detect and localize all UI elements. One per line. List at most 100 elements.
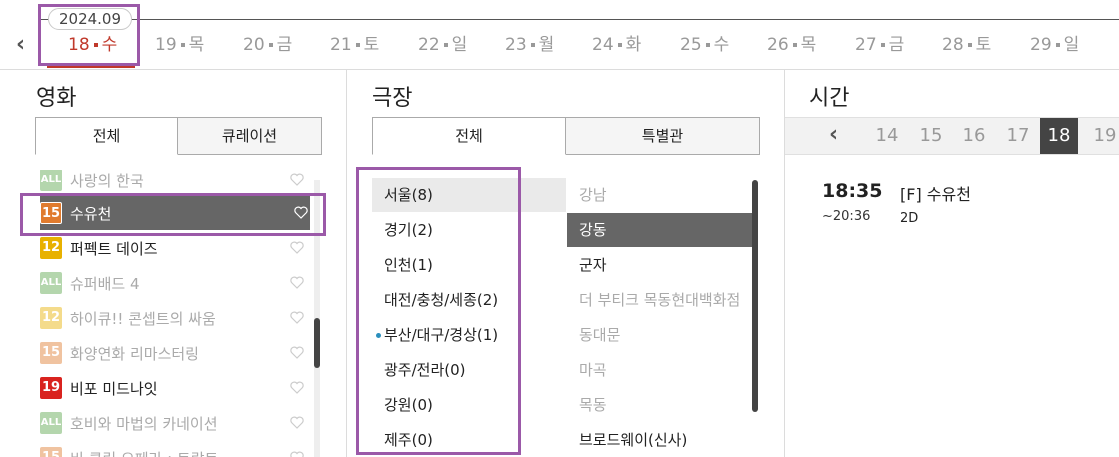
date-item-26[interactable]: 26 목 <box>767 33 816 57</box>
date-weekday: 일 <box>1063 35 1080 55</box>
movie-title: 비 클린 오페라 : 트랑트 <box>70 448 218 457</box>
date-item-19[interactable]: 19 목 <box>155 33 204 57</box>
theater-item[interactable]: 브로드웨이(신사) <box>567 423 752 457</box>
chevron-left-icon[interactable]: ‹ <box>16 32 36 58</box>
date-day: 21 <box>330 35 352 55</box>
date-day: 26 <box>767 35 789 55</box>
date-day: 22 <box>418 35 440 55</box>
tab-movie-all[interactable]: 전체 <box>35 117 178 155</box>
heart-outline-icon[interactable] <box>290 311 304 324</box>
hour-item-14[interactable]: 14 <box>868 118 906 154</box>
movie-item-selected[interactable]: 15 수유천 <box>40 196 310 230</box>
rating-15-badge: 15 <box>40 342 62 364</box>
movie-title: 하이큐!! 콘셉트의 싸움 <box>70 309 216 328</box>
showtime-start: 18:35 <box>822 180 883 202</box>
date-item-24[interactable]: 24 화 <box>592 33 641 57</box>
movie-title: 화양연화 리마스터링 <box>70 344 199 363</box>
heart-outline-icon[interactable] <box>290 173 304 186</box>
hour-item-16[interactable]: 16 <box>955 118 993 154</box>
heart-outline-icon[interactable] <box>290 346 304 359</box>
date-item-21[interactable]: 21 토 <box>330 33 379 57</box>
date-item-20[interactable]: 20 금 <box>243 33 292 57</box>
theater-item[interactable]: 강남 <box>567 178 752 212</box>
rating-12-badge: 12 <box>40 307 62 329</box>
theater-item[interactable]: 군자 <box>567 248 752 282</box>
date-weekday: 수 <box>713 35 730 55</box>
hour-item-19[interactable]: 19 <box>1086 118 1119 154</box>
movie-section-title: 영화 <box>36 86 77 111</box>
region-item-incheon[interactable]: 인천(1) <box>372 248 566 282</box>
movie-title: 수유천 <box>70 204 112 223</box>
region-item-gyeonggi[interactable]: 경기(2) <box>372 213 566 247</box>
tab-movie-curation[interactable]: 큐레이션 <box>178 117 322 155</box>
heart-outline-icon[interactable] <box>294 206 308 219</box>
theater-list: 강남 강동 군자 더 부티크 목동현대백화점 동대문 마곡 목동 브로드웨이(신… <box>567 178 752 457</box>
theater-item-selected[interactable]: 강동 <box>567 213 752 247</box>
heart-outline-icon[interactable] <box>290 381 304 394</box>
rating-15-badge: 15 <box>40 447 62 457</box>
region-item-gangwon[interactable]: 강원(0) <box>372 388 566 422</box>
theater-item[interactable]: 마곡 <box>567 353 752 387</box>
tab-theater-all[interactable]: 전체 <box>372 117 566 155</box>
movie-title: 비포 미드나잇 <box>70 379 158 398</box>
date-bar: 2024.09 ‹ 18 수 19 목 20 금 21 토 22 일 23 월 24 화 25… <box>0 0 1119 70</box>
movie-item[interactable]: ALL 사랑의 한국 <box>40 170 310 197</box>
date-item-25[interactable]: 25 수 <box>680 33 729 57</box>
month-label: 2024.09 <box>48 8 132 30</box>
rating-all-badge: ALL <box>40 272 62 294</box>
heart-outline-icon[interactable] <box>290 241 304 254</box>
column-divider <box>346 70 347 457</box>
movie-item[interactable]: ALL 호비와 마법의 카네이션 <box>40 406 310 440</box>
date-weekday: 화 <box>625 35 642 55</box>
movie-scrollbar-thumb[interactable] <box>314 318 320 368</box>
heart-outline-icon[interactable] <box>290 416 304 429</box>
rating-15-badge: 15 <box>40 202 62 224</box>
date-item-28[interactable]: 28 토 <box>942 33 991 57</box>
date-day: 23 <box>505 35 527 55</box>
theater-item[interactable]: 목동 <box>567 388 752 422</box>
tab-theater-special[interactable]: 특별관 <box>566 117 760 155</box>
date-item-22[interactable]: 22 일 <box>418 33 467 57</box>
date-day: 19 <box>155 35 177 55</box>
movie-item[interactable]: 12 하이큐!! 콘셉트의 싸움 <box>40 301 310 335</box>
theater-section-title: 극장 <box>372 86 413 111</box>
rating-19-badge: 19 <box>40 377 62 399</box>
movie-item[interactable]: 15 화양연화 리마스터링 <box>40 336 310 370</box>
theater-scrollbar-thumb[interactable] <box>752 180 758 412</box>
region-item-seoul[interactable]: 서울(8) <box>372 178 566 212</box>
date-item-27[interactable]: 27 금 <box>855 33 904 57</box>
heart-outline-icon[interactable] <box>290 276 304 289</box>
date-item-23[interactable]: 23 월 <box>505 33 554 57</box>
movie-item[interactable]: 19 비포 미드나잇 <box>40 371 310 405</box>
time-section-title: 시간 <box>809 86 850 111</box>
chevron-left-icon[interactable]: ‹ <box>829 122 838 147</box>
showtime-item[interactable]: 18:35 ~20:36 [F] 수유천 2D <box>822 180 1082 230</box>
date-weekday: 금 <box>276 35 293 55</box>
date-item-18[interactable]: 18 수 <box>68 33 117 57</box>
movie-title: 슈퍼배드 4 <box>70 274 140 293</box>
date-day: 18 <box>68 35 90 55</box>
movie-list: ALL 사랑의 한국 15 수유천 12 퍼펙트 데이즈 ALL 슈퍼배드 4 … <box>40 170 310 457</box>
hour-item-18[interactable]: 18 <box>1040 118 1078 154</box>
date-day: 20 <box>243 35 265 55</box>
region-selected-arrow <box>552 178 566 212</box>
movie-title: 호비와 마법의 카네이션 <box>70 414 218 433</box>
region-label: 부산/대구/경상(1) <box>384 326 499 344</box>
theater-item[interactable]: 동대문 <box>567 318 752 352</box>
movie-item[interactable]: 12 퍼펙트 데이즈 <box>40 231 310 265</box>
date-day: 25 <box>680 35 702 55</box>
heart-outline-icon[interactable] <box>290 451 304 457</box>
hour-item-15[interactable]: 15 <box>912 118 950 154</box>
date-item-29[interactable]: 29 일 <box>1030 33 1079 57</box>
date-weekday: 일 <box>451 35 468 55</box>
region-item-busan[interactable]: 부산/대구/경상(1) <box>372 318 566 352</box>
region-item-gwangju[interactable]: 광주/전라(0) <box>372 353 566 387</box>
rating-all-badge: ALL <box>40 412 62 434</box>
region-item-daejeon[interactable]: 대전/충청/세종(2) <box>372 283 566 317</box>
date-day: 29 <box>1030 35 1052 55</box>
region-item-jeju[interactable]: 제주(0) <box>372 423 566 457</box>
hour-item-17[interactable]: 17 <box>999 118 1037 154</box>
movie-item[interactable]: 15 비 클린 오페라 : 트랑트 <box>40 441 310 457</box>
theater-item[interactable]: 더 부티크 목동현대백화점 <box>567 283 752 317</box>
movie-item[interactable]: ALL 슈퍼배드 4 <box>40 266 310 300</box>
